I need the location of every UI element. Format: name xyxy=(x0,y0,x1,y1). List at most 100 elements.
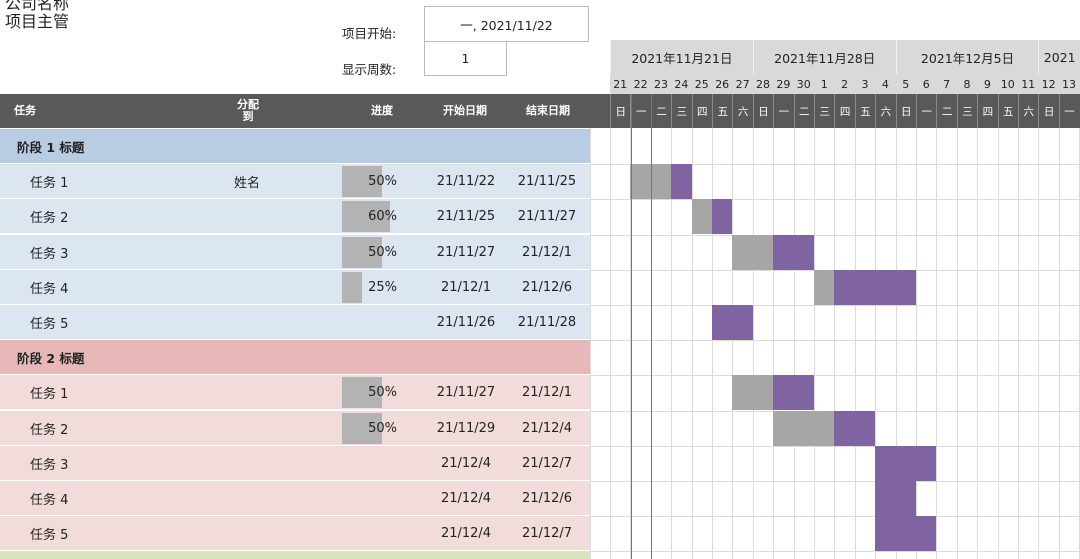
task-name: 任务 1 xyxy=(30,176,69,192)
today-line xyxy=(650,94,652,559)
grid-column-line xyxy=(1058,128,1060,559)
task-end-date: 21/12/7 xyxy=(521,455,573,471)
project-start-input[interactable]: 一, 2021/11/22 xyxy=(424,6,589,42)
day-number: 26 xyxy=(715,77,730,91)
day-of-week: 六 xyxy=(875,94,895,128)
gantt-bar-remaining xyxy=(712,305,753,340)
display-weeks-input[interactable]: 1 xyxy=(424,41,507,76)
task-row[interactable]: 任务 2 50% 21/11/29 21/12/4 xyxy=(0,410,590,446)
task-end-date: 21/12/1 xyxy=(521,244,573,260)
grid-column-line xyxy=(712,128,713,559)
day-of-week: 三 xyxy=(956,94,977,128)
day-of-week: 日 xyxy=(1038,94,1058,128)
week-label: 2021年11月21日 xyxy=(610,40,753,74)
week-label: 2021 xyxy=(1038,40,1080,74)
task-start-date: 21/11/26 xyxy=(436,315,496,330)
task-end-date: 21/12/7 xyxy=(521,526,573,542)
task-row[interactable]: 任务 5 21/11/26 21/11/28 xyxy=(0,305,590,340)
task-name: 任务 3 xyxy=(30,246,69,262)
task-start-date: 21/11/29 xyxy=(436,420,496,436)
task-row[interactable]: 任务 3 21/12/4 21/12/7 xyxy=(0,445,590,481)
today-line xyxy=(630,94,632,559)
day-number: 2 xyxy=(841,77,849,91)
gantt-bar-remaining xyxy=(773,234,814,270)
day-number: 24 xyxy=(674,77,689,91)
task-end-date: 21/11/25 xyxy=(517,174,577,190)
grid-row-line xyxy=(590,234,1080,236)
day-number: 5 xyxy=(902,77,910,91)
col-progress: 进度 xyxy=(371,104,393,117)
phase-title: 阶段 2 标题 xyxy=(17,351,85,367)
gantt-bar-remaining xyxy=(834,269,916,305)
day-of-week: 五 xyxy=(712,94,732,128)
day-of-week: 一 xyxy=(773,94,793,128)
grid-column-line xyxy=(610,128,611,559)
grid-column-line xyxy=(590,128,591,559)
grid-column-line xyxy=(752,128,754,559)
day-number: 8 xyxy=(963,77,971,91)
task-end-date: 21/11/27 xyxy=(517,209,577,225)
day-of-week: 六 xyxy=(732,94,752,128)
task-start-date: 21/12/4 xyxy=(440,455,492,471)
day-number: 10 xyxy=(1000,77,1015,91)
col-task: 任务 xyxy=(14,104,36,117)
grid-row-line xyxy=(590,551,1080,553)
grid-column-line xyxy=(732,128,734,559)
gantt-bar-done xyxy=(732,375,774,411)
gantt-bar-remaining xyxy=(834,410,876,446)
grid-column-line xyxy=(691,128,693,559)
task-row[interactable]: 任务 1 姓名 50% 21/11/22 21/11/25 xyxy=(0,164,590,200)
grid-row-line xyxy=(590,340,1080,342)
grid-column-line xyxy=(977,128,979,559)
day-number: 27 xyxy=(735,77,750,91)
task-name: 任务 4 xyxy=(30,281,69,297)
week-label: 2021年12月5日 xyxy=(895,40,1039,74)
task-progress: 50% xyxy=(368,385,397,401)
task-row[interactable]: 任务 1 50% 21/11/27 21/12/1 xyxy=(0,375,590,411)
task-name: 任务 5 xyxy=(30,317,69,332)
task-name: 任务 4 xyxy=(30,493,69,508)
task-start-date: 21/12/1 xyxy=(440,279,492,295)
grid-column-line xyxy=(916,128,917,559)
day-of-week: 日 xyxy=(610,94,630,128)
gantt-bar-done xyxy=(773,410,835,446)
task-end-date: 21/12/4 xyxy=(521,420,573,436)
gantt-bar-done xyxy=(814,269,835,305)
grid-column-line xyxy=(854,128,856,559)
day-of-week: 五 xyxy=(997,94,1018,128)
grid-row-line xyxy=(590,481,1080,482)
task-row[interactable]: 任务 4 21/12/4 21/12/6 xyxy=(0,481,590,516)
task-row[interactable]: 任务 3 50% 21/11/27 21/12/1 xyxy=(0,234,590,270)
task-end-date: 21/12/1 xyxy=(521,385,573,401)
task-progress: 50% xyxy=(368,420,397,436)
day-number: 21 xyxy=(613,77,628,91)
day-number: 11 xyxy=(1021,77,1036,91)
grid-row-line xyxy=(590,199,1080,201)
task-end-date: 21/12/6 xyxy=(521,491,573,506)
day-of-week: 二 xyxy=(793,94,814,128)
day-number: 4 xyxy=(881,77,889,91)
day-of-week: 三 xyxy=(671,94,691,128)
task-progress xyxy=(342,481,397,516)
task-row[interactable]: 任务 4 25% 21/12/1 21/12/6 xyxy=(0,269,590,305)
gantt-bar-remaining xyxy=(712,199,733,235)
task-name: 任务 5 xyxy=(30,528,69,544)
task-assigned: 姓名 xyxy=(234,176,261,192)
task-start-date: 21/11/27 xyxy=(436,244,496,260)
day-number: 22 xyxy=(633,77,648,91)
day-number: 1 xyxy=(820,77,828,91)
task-name: 任务 3 xyxy=(30,457,69,473)
grid-column-line xyxy=(936,128,938,559)
task-row[interactable]: 任务 2 60% 21/11/25 21/11/27 xyxy=(0,199,590,235)
day-of-week: 二 xyxy=(650,94,671,128)
day-of-week: 四 xyxy=(691,94,712,128)
day-of-week: 一 xyxy=(916,94,936,128)
day-number: 30 xyxy=(796,77,811,91)
task-row[interactable]: 任务 5 21/12/4 21/12/7 xyxy=(0,516,590,552)
task-progress: 50% xyxy=(368,244,397,260)
project-manager: 项目主管 xyxy=(5,12,70,31)
phase-header: 阶段 1 标题 xyxy=(0,129,590,164)
gantt-bar-done xyxy=(732,234,774,270)
task-end-date: 21/11/28 xyxy=(517,315,577,330)
gantt-bar-remaining xyxy=(875,481,916,516)
